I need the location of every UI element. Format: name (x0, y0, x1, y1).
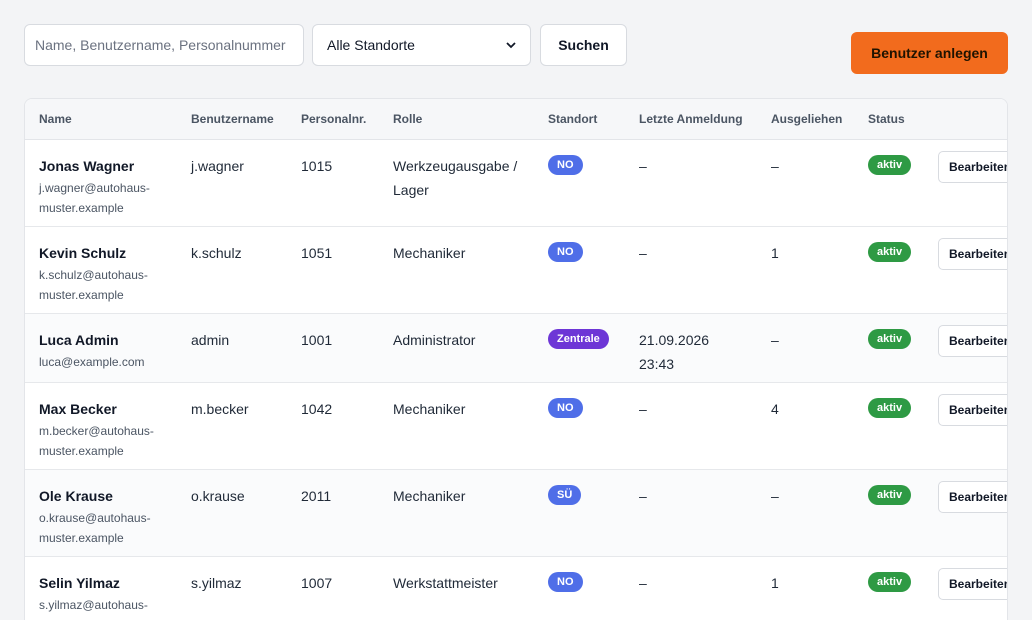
table-row: Jonas Wagner j.wagner@autohaus-muster.ex… (25, 140, 1007, 227)
status-badge: aktiv (868, 155, 912, 175)
edit-button[interactable]: Bearbeiten (938, 151, 1007, 183)
borrowed-count: 1 (771, 575, 779, 591)
users-table: Name Benutzername Personalnr. Rolle Stan… (24, 98, 1008, 620)
status-badge: aktiv (868, 398, 912, 418)
user-email: luca@example.com (39, 355, 145, 369)
role: Werkzeugausgabe / Lager (393, 158, 518, 198)
edit-button[interactable]: Bearbeiten (938, 394, 1007, 426)
borrowed-count: – (771, 332, 779, 348)
role: Administrator (393, 332, 476, 348)
location-badge: SÜ (548, 485, 582, 505)
table-row: Kevin Schulz k.schulz@autohaus-muster.ex… (25, 227, 1007, 314)
borrowed-count: – (771, 488, 779, 504)
column-header-last-login: Letzte Anmeldung (639, 112, 743, 126)
user-email: s.yilmaz@autohaus-muster.example (39, 598, 148, 620)
username: j.wagner (191, 158, 244, 174)
table-row: Max Becker m.becker@autohaus-muster.exam… (25, 383, 1007, 470)
search-input[interactable] (24, 24, 304, 66)
last-login: – (639, 158, 647, 174)
last-login: – (639, 575, 647, 591)
user-email: k.schulz@autohaus-muster.example (39, 268, 148, 302)
role: Werkstattmeister (393, 575, 498, 591)
column-header-borrowed: Ausgeliehen (771, 112, 843, 126)
user-name: Luca Admin (39, 332, 119, 348)
edit-button[interactable]: Bearbeiten (938, 568, 1007, 600)
location-badge: NO (548, 398, 583, 418)
username: s.yilmaz (191, 575, 242, 591)
last-login: 21.09.2026 23:43 (639, 332, 710, 372)
borrowed-count: – (771, 158, 779, 174)
user-email: j.wagner@autohaus-muster.example (39, 181, 150, 215)
user-name: Selin Yilmaz (39, 575, 120, 591)
search-button[interactable]: Suchen (540, 24, 627, 66)
edit-button[interactable]: Bearbeiten (938, 238, 1007, 270)
status-badge: aktiv (868, 485, 912, 505)
column-header-name: Name (39, 112, 72, 126)
personnel-no: 1042 (301, 401, 333, 417)
column-header-username: Benutzername (191, 112, 274, 126)
location-badge: Zentrale (548, 329, 609, 349)
status-badge: aktiv (868, 572, 912, 592)
edit-button[interactable]: Bearbeiten (938, 325, 1007, 357)
user-email: o.krause@autohaus-muster.example (39, 511, 151, 545)
personnel-no: 2011 (301, 488, 332, 504)
table-row: Luca Admin luca@example.com admin 1001 A… (25, 314, 1007, 383)
borrowed-count: 4 (771, 401, 779, 417)
column-header-status: Status (868, 112, 905, 126)
personnel-no: 1007 (301, 575, 333, 591)
column-header-personnel-no: Personalnr. (301, 112, 367, 126)
location-badge: NO (548, 155, 583, 175)
location-select[interactable]: Alle Standorte (312, 24, 531, 66)
toolbar: Alle Standorte Suchen Benutzer anlegen (24, 24, 1008, 74)
column-header-location: Standort (548, 112, 598, 126)
personnel-no: 1051 (301, 245, 333, 261)
create-user-button[interactable]: Benutzer anlegen (851, 32, 1008, 74)
personnel-no: 1001 (301, 332, 333, 348)
location-badge: NO (548, 572, 583, 592)
chevron-down-icon (506, 42, 516, 49)
location-badge: NO (548, 242, 583, 262)
location-select-value: Alle Standorte (327, 37, 415, 53)
user-name: Kevin Schulz (39, 245, 127, 261)
user-name: Ole Krause (39, 488, 113, 504)
status-badge: aktiv (868, 329, 912, 349)
status-badge: aktiv (868, 242, 912, 262)
table-header: Name Benutzername Personalnr. Rolle Stan… (25, 99, 1007, 140)
role: Mechaniker (393, 401, 466, 417)
last-login: – (639, 401, 647, 417)
user-name: Max Becker (39, 401, 117, 417)
borrowed-count: 1 (771, 245, 779, 261)
last-login: – (639, 245, 647, 261)
role: Mechaniker (393, 245, 466, 261)
edit-button[interactable]: Bearbeiten (938, 481, 1007, 513)
role: Mechaniker (393, 488, 466, 504)
username: admin (191, 332, 230, 348)
column-header-role: Rolle (393, 112, 423, 126)
username: o.krause (191, 488, 245, 504)
table-row: Ole Krause o.krause@autohaus-muster.exam… (25, 470, 1007, 557)
user-email: m.becker@autohaus-muster.example (39, 424, 154, 458)
last-login: – (639, 488, 647, 504)
username: m.becker (191, 401, 249, 417)
username: k.schulz (191, 245, 242, 261)
personnel-no: 1015 (301, 158, 333, 174)
user-name: Jonas Wagner (39, 158, 135, 174)
table-row: Selin Yilmaz s.yilmaz@autohaus-muster.ex… (25, 557, 1007, 620)
